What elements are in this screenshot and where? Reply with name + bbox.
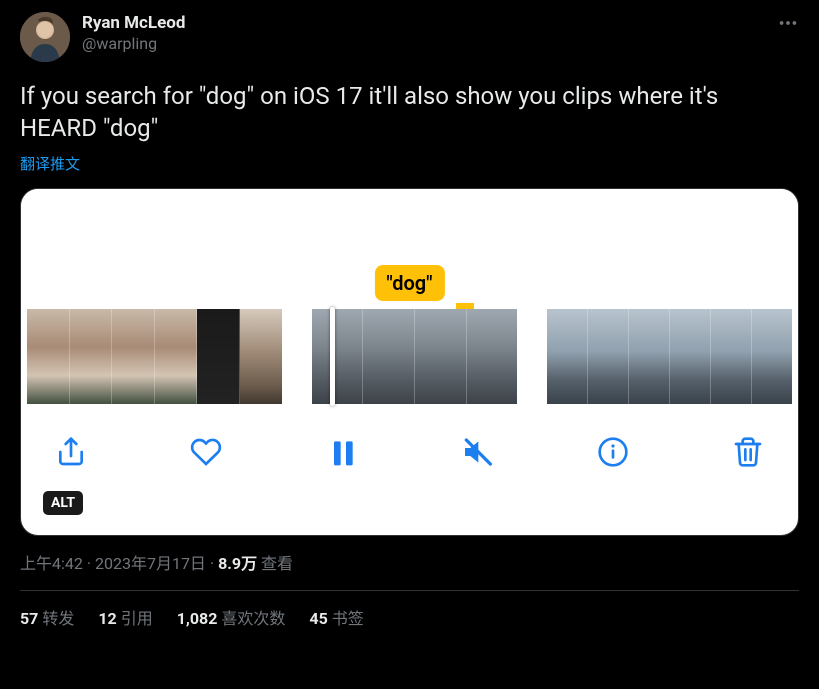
info-button[interactable] — [593, 432, 633, 472]
like-button[interactable] — [186, 432, 226, 472]
alt-badge[interactable]: ALT — [43, 491, 83, 515]
clip-thumbnail — [415, 309, 467, 404]
tweet-time[interactable]: 上午4:42 — [20, 554, 83, 573]
clip-thumbnail — [752, 309, 792, 404]
translate-link[interactable]: 翻译推文 — [20, 153, 80, 174]
more-options-button[interactable] — [777, 12, 799, 39]
clip-thumbnail — [711, 309, 752, 404]
quotes-stat[interactable]: 12引用 — [98, 605, 152, 629]
tweet-header: Ryan McLeod @warpling — [20, 12, 799, 62]
clip-thumbnail — [240, 309, 282, 404]
tweet-date[interactable]: 2023年7月17日 — [95, 554, 206, 573]
clip-thumbnail — [363, 309, 415, 404]
clip-thumbnail — [467, 309, 518, 404]
divider — [20, 590, 799, 591]
avatar[interactable] — [20, 12, 70, 62]
search-term-tag: "dog" — [374, 265, 444, 301]
view-count: 8.9万 — [218, 554, 257, 573]
clip-thumbnail — [312, 309, 364, 404]
user-handle[interactable]: @warpling — [82, 34, 185, 55]
tweet-container: Ryan McLeod @warpling If you search for … — [0, 0, 819, 629]
clip-thumbnail — [197, 309, 240, 404]
clip-group-1[interactable] — [27, 309, 282, 404]
pause-button[interactable] — [322, 432, 362, 472]
tweet-stats: 57转发 12引用 1,082喜欢次数 45书签 — [20, 605, 799, 629]
clip-group-2[interactable] — [312, 309, 518, 404]
delete-button[interactable] — [728, 432, 768, 472]
likes-stat[interactable]: 1,082喜欢次数 — [177, 605, 286, 629]
bookmarks-stat[interactable]: 45书签 — [309, 605, 363, 629]
media-toolbar — [21, 404, 798, 472]
display-name[interactable]: Ryan McLeod — [82, 12, 185, 34]
clip-thumbnail — [670, 309, 711, 404]
media-attachment[interactable]: "dog" — [20, 188, 799, 536]
clip-group-3[interactable] — [547, 309, 792, 404]
tweet-meta: 上午4:42 · 2023年7月17日 · 8.9万 查看 — [20, 550, 799, 574]
clip-timeline[interactable] — [21, 309, 798, 404]
tweet-text: If you search for "dog" on iOS 17 it'll … — [20, 80, 799, 145]
media-preview-area: "dog" — [21, 189, 798, 309]
user-info: Ryan McLeod @warpling — [82, 12, 185, 55]
clip-thumbnail — [588, 309, 629, 404]
clip-thumbnail — [112, 309, 155, 404]
mute-button[interactable] — [457, 432, 497, 472]
view-label: 查看 — [257, 554, 293, 573]
retweets-stat[interactable]: 57转发 — [20, 605, 74, 629]
clip-thumbnail — [70, 309, 113, 404]
playhead[interactable] — [330, 307, 335, 406]
clip-thumbnail — [27, 309, 70, 404]
clip-thumbnail — [547, 309, 588, 404]
clip-thumbnail — [629, 309, 670, 404]
clip-thumbnail — [155, 309, 198, 404]
share-button[interactable] — [51, 432, 91, 472]
